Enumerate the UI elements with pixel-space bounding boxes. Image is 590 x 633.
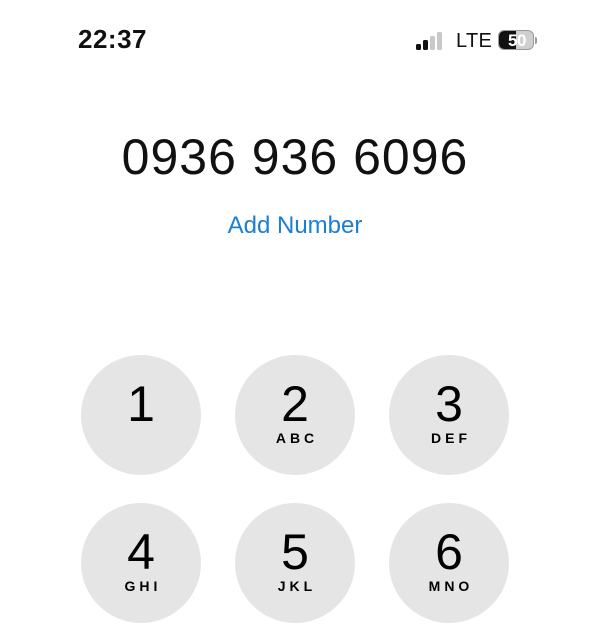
battery-icon: 50 [498,30,537,52]
status-time: 22:37 [78,24,147,54]
add-number-button[interactable]: Add Number [0,212,590,240]
keypad-key-5[interactable]: 5 JKL [235,503,355,623]
keypad-key-6[interactable]: 6 MNO [389,503,509,623]
signal-strength-icon [416,32,446,50]
key-letters: GHI [124,578,162,594]
key-letters: ABC [275,430,319,446]
key-digit: 1 [127,376,155,432]
network-type: LTE [456,30,493,52]
keypad-key-1[interactable]: 1 [81,355,201,475]
signal-bar [437,32,442,50]
signal-bar [430,36,435,50]
key-digit: 3 [435,376,463,432]
dialed-number: 0936 936 6096 [121,129,469,185]
key-digit: 4 [127,524,155,580]
key-letters: MNO [428,578,474,594]
key-digit: 5 [281,524,309,580]
signal-bar [423,40,428,50]
key-digit: 6 [435,524,463,580]
key-letters: JKL [277,578,317,594]
key-digit: 2 [281,376,309,432]
status-bar: 22:37 LTE 50 [0,0,590,80]
keypad-key-4[interactable]: 4 GHI [81,503,201,623]
battery-percent: 50 [508,31,526,50]
signal-bar [416,44,421,50]
key-letters: DEF [431,430,471,446]
keypad-key-3[interactable]: 3 DEF [389,355,509,475]
keypad-key-2[interactable]: 2 ABC [235,355,355,475]
